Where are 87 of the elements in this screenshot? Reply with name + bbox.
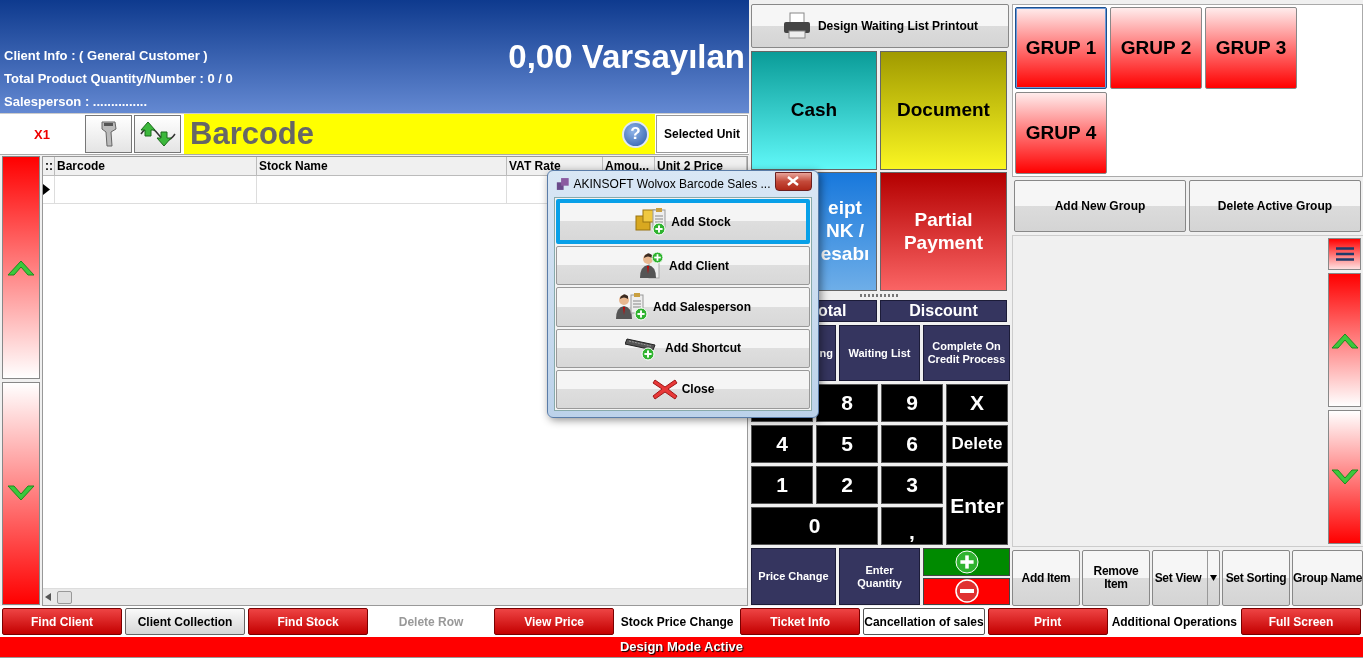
dialog-button[interactable]: Add Client: [556, 246, 810, 286]
toolbar-button[interactable]: Find Client: [2, 608, 123, 635]
close-button[interactable]: [774, 171, 812, 191]
group-button[interactable]: GRUP 1: [1015, 7, 1107, 89]
dialog-button[interactable]: Add Shortcut: [556, 328, 810, 368]
toolbar-button[interactable]: Full Screen: [1240, 608, 1361, 635]
keypad-key[interactable]: 1: [751, 466, 813, 504]
minus-icon: [954, 579, 979, 604]
scanner-button[interactable]: [85, 115, 132, 153]
group-button[interactable]: GRUP 2: [1110, 7, 1202, 89]
keypad-key[interactable]: 5: [816, 425, 878, 463]
column-header[interactable]: Stock Name: [257, 157, 507, 176]
scroll-down-button[interactable]: [2, 382, 40, 605]
salesperson-info: Salesperson : ...............: [4, 94, 149, 109]
menu-button[interactable]: [1328, 238, 1361, 270]
person-clipboard-icon: [615, 293, 649, 321]
quantity-button[interactable]: Price Change: [751, 548, 836, 605]
toolbar-button[interactable]: Print: [987, 608, 1108, 635]
horizontal-scrollbar[interactable]: [43, 588, 747, 605]
group-action-button[interactable]: Add New Group: [1014, 180, 1186, 232]
group-action-button[interactable]: Delete Active Group: [1189, 180, 1361, 232]
toolbar-button[interactable]: Stock Price Change: [617, 608, 738, 635]
keypad-key[interactable]: 0: [751, 507, 878, 545]
quantity-multiplier: X1: [33, 125, 51, 144]
total-amount: 0,00 Varsayılan: [508, 37, 745, 76]
function-button[interactable]: Waiting List: [839, 325, 920, 381]
selected-unit-button[interactable]: Selected Unit: [656, 115, 748, 153]
dialog-button[interactable]: Close: [556, 369, 810, 409]
dialog-title: AKINSOFT Wolvox Barcode Sales ...: [573, 177, 771, 191]
payment-button[interactable]: Document: [880, 51, 1007, 170]
app-icon: [556, 176, 570, 192]
printer-icon: [781, 12, 812, 40]
up-down-arrows-icon: [138, 120, 177, 148]
scroll-left-icon: [45, 593, 51, 601]
scroll-down-button[interactable]: [1328, 410, 1361, 544]
keypad-key[interactable]: Delete: [946, 425, 1008, 463]
decrease-button[interactable]: [923, 577, 1010, 605]
item-action-button[interactable]: Set View: [1152, 550, 1220, 606]
print-design-button[interactable]: Design Waiting List Printout: [751, 4, 1009, 48]
keypad-key[interactable]: ,: [881, 507, 943, 545]
toolbar-button[interactable]: Find Stock: [248, 608, 369, 635]
toolbar-button[interactable]: Ticket Info: [740, 608, 861, 635]
total-button[interactable]: Discount: [880, 300, 1007, 322]
column-header[interactable]: Barcode: [55, 157, 257, 176]
keypad-key[interactable]: 4: [751, 425, 813, 463]
increase-button[interactable]: [923, 548, 1010, 576]
keypad-key[interactable]: 9: [881, 384, 943, 422]
row-pointer-icon: [43, 184, 50, 195]
group-button[interactable]: GRUP 3: [1205, 7, 1297, 89]
dialog-button[interactable]: Add Stock: [556, 199, 810, 245]
scroll-up-button[interactable]: [2, 156, 40, 379]
close-icon: [787, 176, 800, 186]
dialog-button[interactable]: Add Salesperson: [556, 287, 810, 327]
keypad-key[interactable]: X: [946, 384, 1008, 422]
keypad-key[interactable]: 3: [881, 466, 943, 504]
item-action-button[interactable]: Remove Item: [1082, 550, 1150, 606]
column-header: ::: [43, 157, 55, 176]
keypad-key[interactable]: 2: [816, 466, 878, 504]
function-button[interactable]: Complete On Credit Process: [923, 325, 1010, 381]
status-bar: Design Mode Active: [0, 637, 1363, 657]
boxes-icon: [635, 207, 668, 236]
toolbar-button[interactable]: Additional Operations: [1110, 608, 1238, 635]
client-info: Client Info : ( General Customer ): [4, 48, 209, 63]
person-add-icon: [637, 251, 665, 280]
splitter-handle[interactable]: [860, 294, 900, 297]
keypad-key[interactable]: 8: [816, 384, 878, 422]
close-icon: [651, 377, 678, 402]
keypad-key[interactable]: 6: [881, 425, 943, 463]
group-button[interactable]: GRUP 4: [1015, 92, 1107, 174]
menu-icon: [1335, 247, 1354, 261]
payment-button[interactable]: Cash: [751, 51, 877, 170]
toolbar-button[interactable]: View Price: [494, 608, 615, 635]
swap-button[interactable]: [134, 115, 181, 153]
toolbar-button[interactable]: Client Collection: [125, 608, 246, 635]
scroll-up-button[interactable]: [1328, 273, 1361, 407]
quantity-button[interactable]: Enter Quantity: [839, 548, 920, 605]
total-quantity: Total Product Quantity/Number : 0 / 0: [4, 71, 233, 86]
barcode-scanner-icon: [99, 120, 118, 148]
scroll-thumb[interactable]: [57, 590, 72, 604]
plus-icon: [954, 549, 979, 574]
caret-icon: [1210, 575, 1218, 581]
payment-button[interactable]: Partial Payment: [880, 172, 1007, 291]
keypad-key[interactable]: Enter: [946, 466, 1008, 545]
item-action-button[interactable]: Set Sorting: [1222, 550, 1290, 606]
item-action-button[interactable]: Group Name: [1292, 550, 1363, 606]
toolbar-button[interactable]: Cancellation of sales: [863, 608, 985, 635]
item-action-button[interactable]: Add Item: [1012, 550, 1080, 606]
